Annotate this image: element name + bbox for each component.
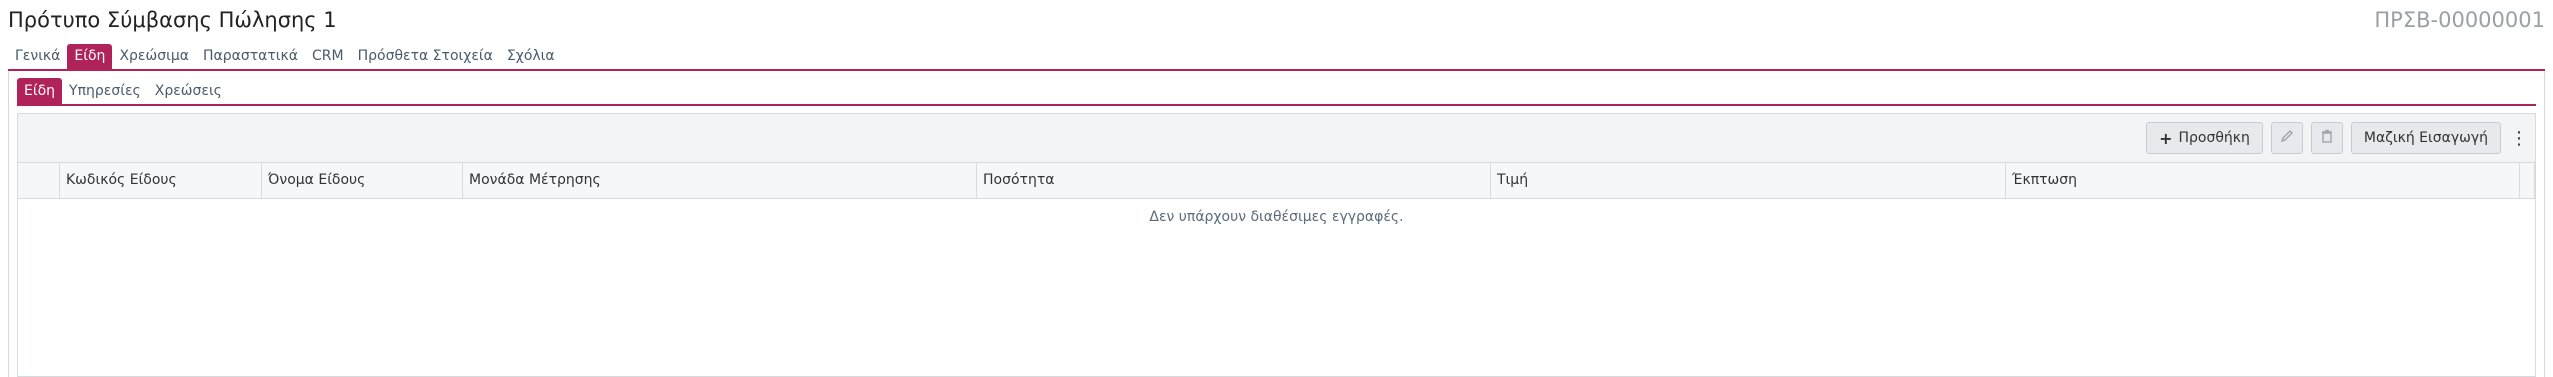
edit-button[interactable]	[2270, 122, 2303, 154]
bulk-insert-button[interactable]: Μαζική Εισαγωγή	[2350, 122, 2501, 154]
column-header-price[interactable]: Τιμή	[1491, 163, 2006, 198]
items-grid-panel: + Προσθήκη Μαζική Εισαγωγή ⋮ Κωδικός Είδ…	[17, 113, 2536, 377]
page-title: Πρότυπο Σύμβασης Πώλησης 1	[8, 8, 337, 32]
selection-column-header[interactable]	[18, 163, 60, 198]
tab-additional-info[interactable]: Πρόσθετα Στοιχεία	[351, 44, 500, 69]
tab-comments[interactable]: Σχόλια	[500, 44, 562, 69]
sub-tab-bar: Είδη Υπηρεσίες Χρεώσεις	[17, 78, 2536, 106]
tab-items[interactable]: Είδη	[67, 44, 113, 69]
empty-table-message: Δεν υπάρχουν διαθέσιμες εγγραφές.	[1149, 209, 1404, 225]
tab-chargeables[interactable]: Χρεώσιμα	[112, 44, 196, 69]
table-header: Κωδικός Είδους Όνομα Είδους Μονάδα Μέτρη…	[18, 163, 2535, 199]
document-code: ΠΡΣΒ-00000001	[2374, 8, 2545, 32]
tab-general[interactable]: Γενικά	[8, 44, 67, 69]
column-header-item-code[interactable]: Κωδικός Είδους	[60, 163, 262, 198]
tab-documents[interactable]: Παραστατικά	[196, 44, 305, 69]
subtab-charges[interactable]: Χρεώσεις	[148, 78, 229, 104]
subtab-items[interactable]: Είδη	[17, 78, 63, 104]
tab-content-panel: Είδη Υπηρεσίες Χρεώσεις + Προσθήκη Μαζικ…	[8, 71, 2545, 377]
add-button[interactable]: + Προσθήκη	[2146, 122, 2263, 154]
column-header-quantity[interactable]: Ποσότητα	[977, 163, 1491, 198]
main-tab-bar: Γενικά Είδη Χρεώσιμα Παραστατικά CRM Πρό…	[8, 44, 2545, 71]
column-header-unit[interactable]: Μονάδα Μέτρησης	[463, 163, 977, 198]
plus-icon: +	[2159, 128, 2173, 148]
grid-toolbar: + Προσθήκη Μαζική Εισαγωγή ⋮	[2146, 122, 2529, 154]
add-button-label: Προσθήκη	[2178, 130, 2250, 146]
pencil-icon	[2280, 129, 2294, 147]
tab-crm[interactable]: CRM	[305, 44, 351, 69]
delete-button[interactable]	[2310, 122, 2343, 154]
items-table: Κωδικός Είδους Όνομα Είδους Μονάδα Μέτρη…	[18, 162, 2535, 376]
column-header-filler	[2520, 163, 2535, 198]
more-options-icon[interactable]: ⋮	[2509, 122, 2529, 154]
subtab-services[interactable]: Υπηρεσίες	[62, 78, 148, 104]
column-header-item-name[interactable]: Όνομα Είδους	[262, 163, 463, 198]
trash-icon	[2320, 129, 2334, 147]
column-header-discount[interactable]: Έκπτωση	[2006, 163, 2520, 198]
